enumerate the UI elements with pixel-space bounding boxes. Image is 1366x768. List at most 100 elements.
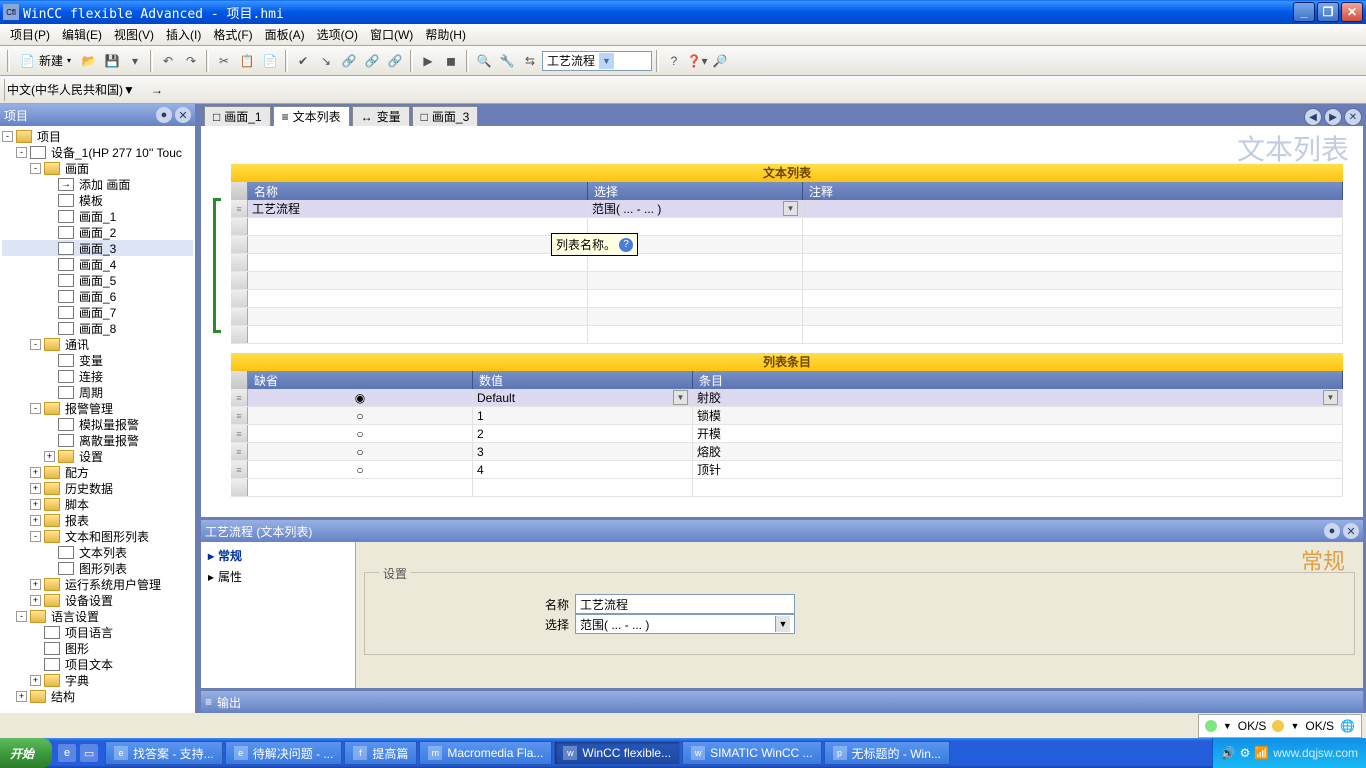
cell[interactable]: 锁模	[693, 407, 1343, 424]
tree-node[interactable]: -文本和图形列表	[2, 528, 193, 544]
tray-icon[interactable]: ⚙	[1240, 746, 1251, 760]
system-tray[interactable]: 🔊⚙📶 www.dqjsw.com	[1212, 738, 1366, 768]
check-icon[interactable]: ✔	[292, 50, 314, 72]
tree-node[interactable]: 画面_8	[2, 320, 193, 336]
tree-toggle[interactable]: -	[16, 147, 27, 158]
menu-item[interactable]: 选项(O)	[311, 24, 364, 45]
table-row[interactable]	[231, 254, 1343, 272]
cut-icon[interactable]: ✂	[213, 50, 235, 72]
zoom-icon[interactable]: 🔎	[709, 50, 731, 72]
tool-icon[interactable]: 🔧	[496, 50, 518, 72]
link2-icon[interactable]: 🔗	[361, 50, 383, 72]
help-icon[interactable]: ?	[663, 50, 685, 72]
cell[interactable]: 范围( ... - ... )▼	[588, 200, 803, 217]
menu-item[interactable]: 插入(I)	[160, 24, 207, 45]
table-row[interactable]: ≡◉Default▼射胶▼	[231, 389, 1343, 407]
tree-node[interactable]: +结构	[2, 688, 193, 704]
tree-node[interactable]: -项目	[2, 128, 193, 144]
tree-node[interactable]: +设备设置	[2, 592, 193, 608]
tree-node[interactable]: +字典	[2, 672, 193, 688]
undo-icon[interactable]: ↶	[157, 50, 179, 72]
column-header[interactable]: 选择	[588, 182, 803, 200]
tree-node[interactable]: +运行系统用户管理	[2, 576, 193, 592]
tray-icon[interactable]: 📶	[1254, 746, 1269, 760]
tree-node[interactable]: 模板	[2, 192, 193, 208]
tree-node[interactable]: 画面_1	[2, 208, 193, 224]
radio-cell[interactable]: ○	[248, 425, 473, 442]
new-button[interactable]: 📄新建▾	[14, 50, 77, 71]
transfer-icon[interactable]: ↘	[315, 50, 337, 72]
help-icon[interactable]: ?	[619, 238, 633, 252]
redo-icon[interactable]: ↷	[180, 50, 202, 72]
cell[interactable]	[803, 200, 1343, 217]
tree-node[interactable]: 文本列表	[2, 544, 193, 560]
close-panel-icon[interactable]: ✕	[1343, 523, 1359, 539]
save-icon[interactable]: 💾	[101, 50, 123, 72]
close-button[interactable]: ✕	[1341, 2, 1363, 22]
tree-toggle[interactable]: -	[30, 339, 41, 350]
tree-node[interactable]: 画面_2	[2, 224, 193, 240]
table-row[interactable]	[231, 326, 1343, 344]
output-panel-header[interactable]: ≡ 输出	[201, 691, 1363, 713]
maximize-button[interactable]: ❐	[1317, 2, 1339, 22]
tab-nav-button[interactable]: ✕	[1344, 108, 1362, 126]
open-icon[interactable]: 📂	[78, 50, 100, 72]
select-combo[interactable]: 范围( ... - ... )▼	[575, 614, 795, 634]
tree-node[interactable]: -语言设置	[2, 608, 193, 624]
tree-node[interactable]: -画面	[2, 160, 193, 176]
tree-node[interactable]: 画面_6	[2, 288, 193, 304]
tree-toggle[interactable]: +	[30, 483, 41, 494]
tree-toggle[interactable]: -	[2, 131, 13, 142]
column-header[interactable]: 条目	[693, 371, 1343, 389]
row-handle[interactable]: ≡	[231, 407, 248, 424]
tree-node[interactable]: -通讯	[2, 336, 193, 352]
tree-toggle[interactable]: +	[16, 691, 27, 702]
tree-node[interactable]: 离散量报警	[2, 432, 193, 448]
project-tree[interactable]: -项目-设备_1(HP 277 10'' Touc-画面→添加 画面模板画面_1…	[0, 126, 195, 713]
menu-item[interactable]: 视图(V)	[108, 24, 160, 45]
whatsthis-icon[interactable]: ❓▾	[686, 50, 708, 72]
menu-item[interactable]: 帮助(H)	[419, 24, 472, 45]
tree-node[interactable]: 项目文本	[2, 656, 193, 672]
table-row[interactable]: ≡○4顶针	[231, 461, 1343, 479]
cell[interactable]: 顶针	[693, 461, 1343, 478]
column-header[interactable]: 注释	[803, 182, 1343, 200]
name-input[interactable]	[575, 594, 795, 614]
radio-cell[interactable]: ○	[248, 461, 473, 478]
desktop-icon[interactable]: ▭	[80, 744, 98, 762]
editor-tab[interactable]: ↔变量	[352, 106, 410, 126]
taskbar-task[interactable]: wSIMATIC WinCC ...	[682, 741, 821, 765]
tree-toggle[interactable]: -	[30, 403, 41, 414]
tree-node[interactable]: 画面_4	[2, 256, 193, 272]
table-row[interactable]: ≡○1锁模	[231, 407, 1343, 425]
chevron-down-icon[interactable]: ▼	[1323, 390, 1338, 405]
radio-cell[interactable]: ○	[248, 443, 473, 460]
editor-tab[interactable]: □画面_1	[204, 106, 271, 126]
link3-icon[interactable]: 🔗	[384, 50, 406, 72]
start-button[interactable]: 开始	[0, 738, 52, 768]
paste-icon[interactable]: 📄	[259, 50, 281, 72]
tree-node[interactable]: 画面_3	[2, 240, 193, 256]
link1-icon[interactable]: 🔗	[338, 50, 360, 72]
tree-node[interactable]: 连接	[2, 368, 193, 384]
tree-node[interactable]: +脚本	[2, 496, 193, 512]
cell[interactable]: 4	[473, 461, 693, 478]
taskbar-task[interactable]: wWinCC flexible...	[554, 741, 680, 765]
radio-cell[interactable]: ○	[248, 407, 473, 424]
tree-node[interactable]: +设置	[2, 448, 193, 464]
cell[interactable]: 开模	[693, 425, 1343, 442]
radio-cell[interactable]: ◉	[248, 389, 473, 406]
table-row[interactable]	[231, 272, 1343, 290]
tree-node[interactable]: 周期	[2, 384, 193, 400]
column-header[interactable]: 数值	[473, 371, 693, 389]
property-category[interactable]: ▸属性	[204, 566, 352, 587]
table-row[interactable]	[231, 236, 1343, 254]
row-handle[interactable]: ≡	[231, 461, 248, 478]
taskbar-task[interactable]: e待解决问题 - ...	[225, 741, 343, 765]
run-icon[interactable]: ▶	[417, 50, 439, 72]
row-handle[interactable]: ≡	[231, 200, 248, 217]
tree-node[interactable]: 图形列表	[2, 560, 193, 576]
column-header[interactable]: 缺省	[248, 371, 473, 389]
taskbar-task[interactable]: mMacromedia Fla...	[419, 741, 552, 765]
pin-icon[interactable]: ●	[156, 107, 172, 123]
